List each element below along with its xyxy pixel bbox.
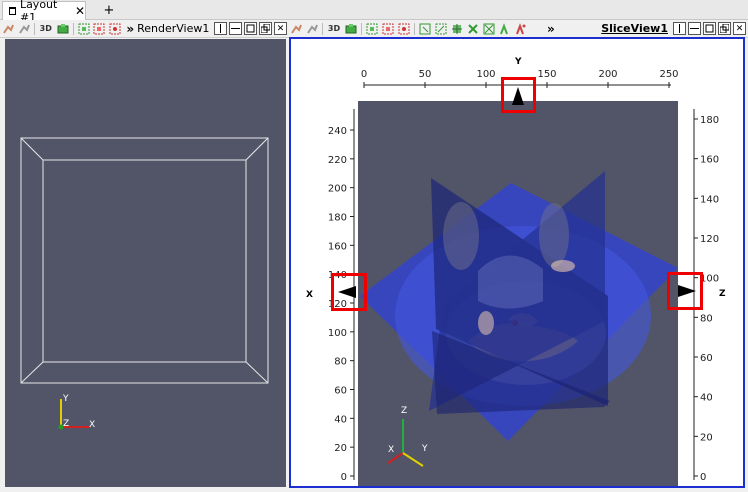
orientation-label-y: Y — [422, 444, 428, 454]
slice-marker-left[interactable] — [331, 273, 367, 311]
select-points-icon[interactable] — [397, 22, 411, 36]
left-axis-tick-label: 80 — [334, 357, 347, 368]
render-view-toolbar: 3D » RenderView1 ✕ — [0, 20, 288, 38]
split-horizontal-icon[interactable] — [673, 22, 686, 35]
right-axis-tick-label: 40 — [700, 393, 713, 404]
top-axis-tick-label: 50 — [419, 69, 432, 80]
split-horizontal-icon[interactable] — [214, 22, 228, 35]
left-axis-tick-label: 40 — [334, 414, 347, 425]
interactive-select-icon[interactable] — [418, 22, 432, 36]
toggle-3d-button[interactable]: 3D — [326, 22, 342, 36]
separator — [414, 22, 415, 35]
grey-tool-icon[interactable] — [305, 22, 319, 36]
hover-points-icon[interactable] — [514, 22, 528, 36]
top-axis-tick-label: 0 — [361, 69, 367, 80]
render-view-1[interactable]: Y Z X — [5, 39, 286, 487]
right-axis-tick-label: 120 — [700, 234, 719, 245]
overflow-chevron[interactable]: » — [547, 22, 555, 36]
separator — [72, 22, 74, 35]
maximize-icon[interactable] — [244, 22, 258, 35]
orientation-label-x: X — [388, 445, 395, 455]
maximize-icon[interactable] — [703, 22, 716, 35]
left-axis-tick-label: 240 — [328, 126, 347, 137]
axis-label-z: Z — [63, 419, 70, 429]
left-axis-tick-label: 180 — [328, 213, 347, 224]
right-axis: 180160140120100806040200 — [693, 109, 719, 483]
select-red-icon[interactable] — [381, 22, 395, 36]
top-axis-tick-label: 100 — [476, 69, 495, 80]
overflow-chevron[interactable]: » — [126, 22, 134, 36]
split-vertical-icon[interactable] — [688, 22, 701, 35]
top-axis-tick-label: 200 — [598, 69, 617, 80]
frustum-select-icon[interactable] — [434, 22, 448, 36]
restore-icon[interactable] — [718, 22, 731, 35]
orange-tool-icon[interactable] — [1, 22, 15, 36]
right-axis-tick-label: 140 — [700, 194, 719, 205]
right-axis-tick-label: 160 — [700, 155, 719, 166]
tab-close-icon[interactable]: ✕ — [75, 4, 85, 18]
right-axis-tick-label: 0 — [700, 472, 706, 483]
separator — [33, 22, 35, 35]
left-axis-tick-label: 20 — [334, 443, 347, 454]
tab-bar: Layout #1 ✕ + — [0, 0, 748, 24]
right-axis-tick-label: 20 — [700, 432, 713, 443]
slice-canvas[interactable]: Z X Y — [358, 101, 678, 486]
slice-view-1[interactable]: Y 0 50 100 150 200 250 Z X Y X 240 220 2… — [289, 37, 745, 488]
view-name-renderview1: RenderView1 — [137, 22, 210, 35]
bounding-box-outline — [20, 137, 269, 384]
orange-tool-icon[interactable] — [289, 22, 303, 36]
tab-layout-1[interactable]: Layout #1 ✕ — [2, 0, 86, 24]
clear-select-icon[interactable] — [482, 22, 496, 36]
left-axis-tick-label: 60 — [334, 386, 347, 397]
select-green-icon[interactable] — [365, 22, 379, 36]
view-name-sliceview1: SliceView1 — [601, 22, 668, 35]
right-axis-tick-label: 180 — [700, 115, 719, 126]
separator — [322, 22, 323, 35]
left-axis-tick-label: 160 — [328, 241, 347, 252]
orientation-axes — [58, 399, 89, 430]
grow-select-icon[interactable] — [450, 22, 464, 36]
window-icon — [9, 7, 16, 15]
close-view-icon[interactable]: ✕ — [274, 22, 287, 35]
left-axis-tick-label: 100 — [328, 328, 347, 339]
right-axis-tick-label: 80 — [700, 313, 713, 324]
close-view-icon[interactable]: ✕ — [733, 22, 746, 35]
axis-label-y: Y — [63, 394, 69, 404]
slice-view-toolbar: 3D » SliceView1 ✕ — [288, 20, 748, 38]
select-green-icon[interactable] — [77, 22, 91, 36]
slice-marker-right[interactable] — [667, 272, 703, 310]
restore-icon[interactable] — [259, 22, 273, 35]
camera-icon[interactable] — [56, 22, 70, 36]
left-axis-tick-label: 0 — [341, 472, 347, 483]
add-tab-button[interactable]: + — [94, 2, 124, 19]
axis-label-x: X — [89, 420, 96, 430]
separator — [361, 22, 362, 35]
right-axis-tick-label: 60 — [700, 353, 713, 364]
shrink-select-icon[interactable] — [466, 22, 480, 36]
select-blocks-icon[interactable] — [498, 22, 512, 36]
camera-icon[interactable] — [344, 22, 358, 36]
left-axis-tick-label: 220 — [328, 155, 347, 166]
select-points-icon[interactable] — [108, 22, 122, 36]
select-red-icon[interactable] — [93, 22, 107, 36]
top-axis-tick-label: 150 — [537, 69, 556, 80]
left-axis-tick-label: 200 — [328, 184, 347, 195]
toggle-3d-button[interactable]: 3D — [38, 22, 54, 36]
split-vertical-icon[interactable] — [229, 22, 243, 35]
grey-tool-icon[interactable] — [17, 22, 31, 36]
slice-marker-top[interactable] — [501, 77, 536, 113]
left-axis: 240220200180160140120100806040200 — [328, 109, 355, 483]
orientation-label-z: Z — [401, 406, 408, 416]
slice-planes — [360, 171, 678, 467]
